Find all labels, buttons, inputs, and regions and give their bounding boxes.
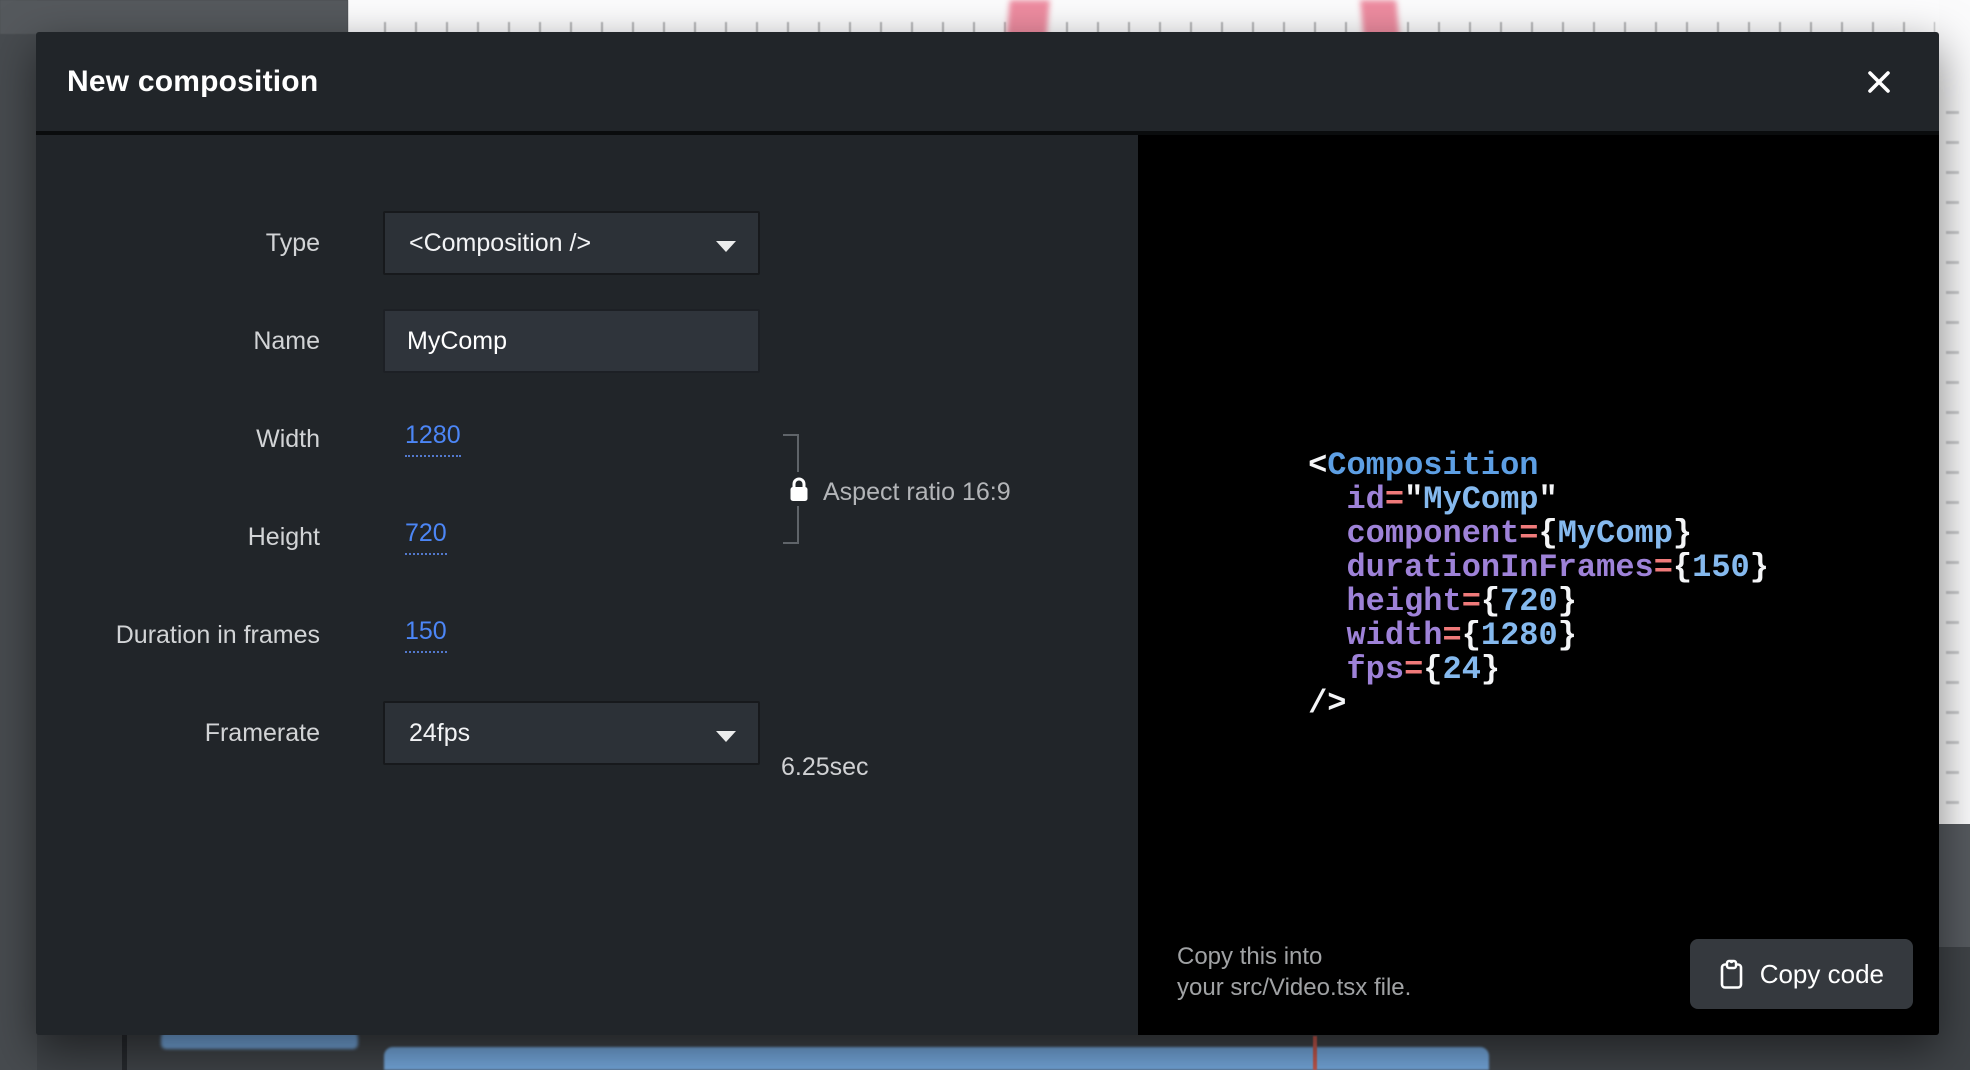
form-row-duration: Duration in frames 150 — [36, 603, 1138, 667]
dialog-header: New composition — [36, 32, 1939, 135]
form-row-width: Width 1280 — [36, 407, 1138, 471]
code-token: { — [1423, 651, 1442, 688]
code-line: height={720} — [1308, 585, 1769, 619]
background-timeline-track — [384, 1047, 1489, 1070]
code-token: = — [1442, 617, 1461, 654]
code-token: component — [1346, 515, 1519, 552]
chevron-down-icon — [716, 241, 736, 252]
code-token: } — [1481, 651, 1500, 688]
code-token: } — [1558, 617, 1577, 654]
code-line: component={MyComp} — [1308, 517, 1769, 551]
code-token: { — [1673, 549, 1692, 586]
code-token — [1308, 515, 1346, 552]
code-token: { — [1539, 515, 1558, 552]
type-label: Type — [36, 229, 320, 258]
code-token — [1308, 583, 1346, 620]
composition-form: Type <Composition /> Name Width 1280 Hei… — [36, 135, 1138, 1035]
code-token: { — [1481, 583, 1500, 620]
code-line: /> — [1308, 687, 1769, 721]
copy-code-label: Copy code — [1760, 959, 1884, 990]
form-row-height: Height 720 — [36, 505, 1138, 569]
close-button[interactable] — [1865, 68, 1893, 96]
framerate-select[interactable]: 24fps — [383, 701, 760, 765]
screen: New composition Type <Composition /> — [0, 0, 1970, 1070]
copy-code-button[interactable]: Copy code — [1690, 939, 1913, 1009]
code-token: = — [1385, 481, 1404, 518]
framerate-label: Framerate — [36, 719, 320, 748]
form-row-type: Type <Composition /> — [36, 211, 1138, 275]
code-token — [1308, 617, 1346, 654]
code-token: Composition — [1327, 447, 1538, 484]
width-label: Width — [36, 425, 320, 454]
code-token — [1308, 549, 1346, 586]
code-token: fps — [1346, 651, 1404, 688]
code-token: 1280 — [1481, 617, 1558, 654]
code-token: height — [1346, 583, 1461, 620]
code-token: MyComp — [1423, 481, 1538, 518]
name-label: Name — [36, 327, 320, 356]
background-left-column — [0, 0, 37, 1070]
code-token: id — [1346, 481, 1384, 518]
chevron-down-icon — [716, 731, 736, 742]
code-token: { — [1462, 617, 1481, 654]
dialog-body: Type <Composition /> Name Width 1280 Hei… — [36, 135, 1939, 1035]
form-row-framerate: Framerate 24fps — [36, 701, 1138, 765]
type-select-value: <Composition /> — [409, 229, 591, 258]
code-token: } — [1750, 549, 1769, 586]
dialog-title: New composition — [36, 65, 318, 99]
form-row-name: Name — [36, 309, 1138, 373]
lock-icon — [788, 476, 810, 503]
new-composition-dialog: New composition Type <Composition /> — [36, 32, 1939, 1035]
name-input[interactable] — [383, 309, 760, 373]
code-token: 150 — [1692, 549, 1750, 586]
background-ruler-marks — [1946, 84, 1959, 824]
code-snippet: <Composition id="MyComp" component={MyCo… — [1308, 449, 1769, 721]
code-token: } — [1673, 515, 1692, 552]
code-token — [1308, 651, 1346, 688]
duration-label: Duration in frames — [36, 621, 320, 650]
code-preview-panel: <Composition id="MyComp" component={MyCo… — [1138, 135, 1939, 1035]
code-token — [1308, 481, 1346, 518]
clipboard-icon — [1719, 959, 1744, 990]
code-token: < — [1308, 447, 1327, 484]
aspect-lock[interactable] — [785, 472, 813, 506]
framerate-select-value: 24fps — [409, 719, 470, 748]
code-token: " — [1404, 481, 1423, 518]
width-value[interactable]: 1280 — [405, 421, 461, 457]
code-token: = — [1404, 651, 1423, 688]
code-token: MyComp — [1558, 515, 1673, 552]
copy-hint: Copy this into your src/Video.tsx file. — [1177, 941, 1411, 1003]
code-token: /> — [1308, 685, 1346, 722]
code-line: <Composition — [1308, 449, 1769, 483]
height-value[interactable]: 720 — [405, 519, 447, 555]
background-topleft-panel — [0, 0, 348, 34]
code-line: fps={24} — [1308, 653, 1769, 687]
code-token: = — [1519, 515, 1538, 552]
code-token: = — [1654, 549, 1673, 586]
type-select[interactable]: <Composition /> — [383, 211, 760, 275]
code-token: } — [1558, 583, 1577, 620]
code-token: " — [1539, 481, 1558, 518]
copy-hint-line1: Copy this into — [1177, 941, 1411, 972]
code-line: durationInFrames={150} — [1308, 551, 1769, 585]
height-label: Height — [36, 523, 320, 552]
close-icon — [1866, 69, 1892, 95]
code-token: width — [1346, 617, 1442, 654]
code-token: 24 — [1442, 651, 1480, 688]
code-token: durationInFrames — [1346, 549, 1653, 586]
code-token: = — [1462, 583, 1481, 620]
background-right-gray-block — [1939, 824, 1970, 947]
duration-seconds-label: 6.25sec — [781, 753, 869, 782]
aspect-ratio-label: Aspect ratio 16:9 — [823, 478, 1011, 507]
background-playhead-line — [1313, 1036, 1317, 1070]
copy-hint-line2: your src/Video.tsx file. — [1177, 972, 1411, 1003]
code-line: width={1280} — [1308, 619, 1769, 653]
duration-value[interactable]: 150 — [405, 617, 447, 653]
code-line: id="MyComp" — [1308, 483, 1769, 517]
background-divider-line — [122, 1035, 127, 1070]
code-token: 720 — [1500, 583, 1558, 620]
